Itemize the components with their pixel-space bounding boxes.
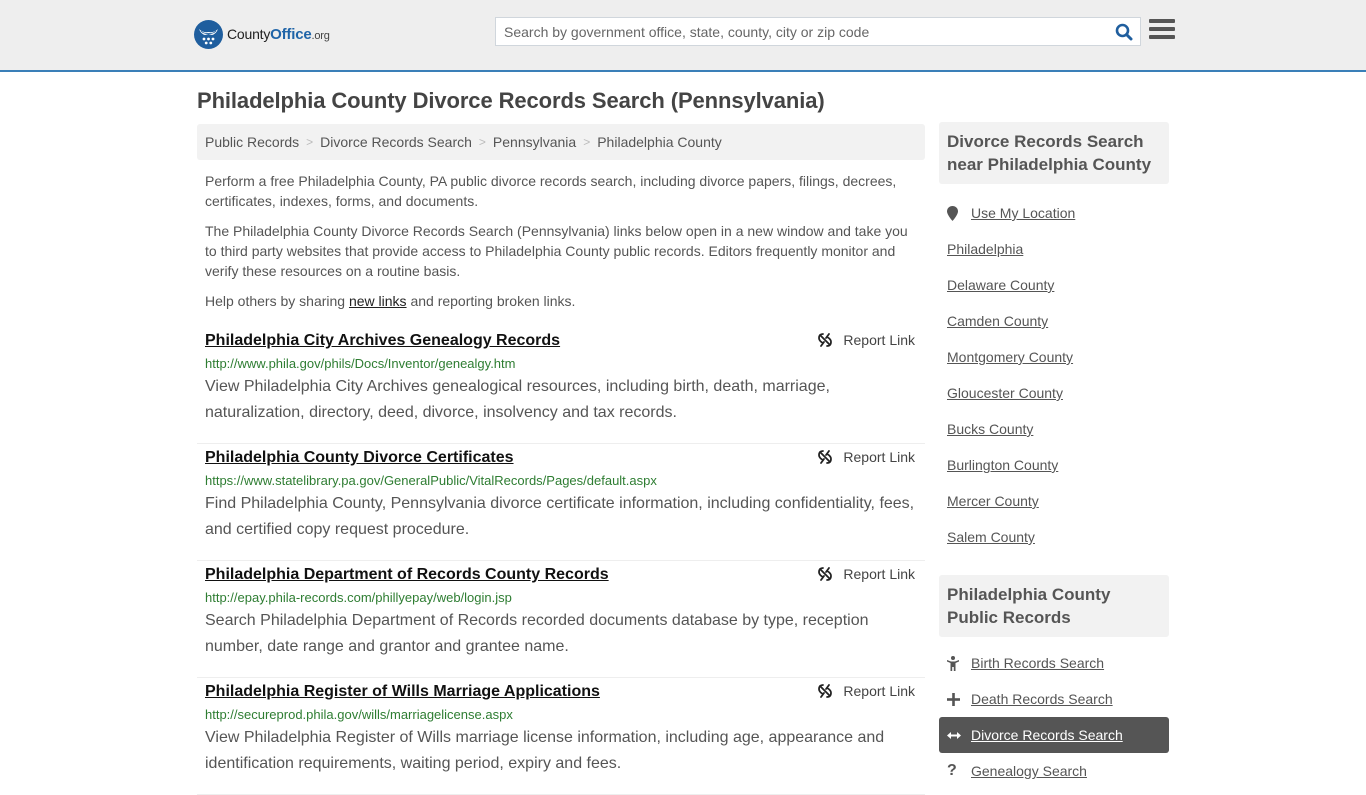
records-link[interactable]: Birth Records Search [971, 655, 1104, 671]
child-icon [947, 655, 971, 671]
report-link-button[interactable]: Report Link [817, 683, 915, 699]
broken-link-icon [818, 684, 833, 698]
sidebar-item-birth-records[interactable]: Birth Records Search [939, 645, 1169, 681]
nearby-list: Use My Location Philadelphia Delaware Co… [939, 184, 1169, 555]
result-item: Philadelphia County Divorce Certificates… [197, 444, 925, 561]
sidebar: Divorce Records Search near Philadelphia… [939, 122, 1169, 789]
nearby-item-salem-county[interactable]: Salem County [939, 519, 1169, 555]
page-title: Philadelphia County Divorce Records Sear… [197, 88, 825, 113]
result-item: Philadelphia Register of Wills Marriage … [197, 678, 925, 795]
nearby-link[interactable]: Salem County [947, 529, 1035, 545]
sidebar-item-death-records[interactable]: Death Records Search [939, 681, 1169, 717]
result-item: Philadelphia City Archives Genealogy Rec… [197, 327, 925, 444]
share-text: and reporting broken links. [406, 293, 576, 309]
result-url: http://secureprod.phila.gov/wills/marria… [205, 707, 513, 722]
search-icon [1115, 23, 1133, 40]
search-input[interactable] [496, 18, 1108, 45]
logo-county: County [227, 26, 271, 42]
breadcrumb-separator: > [306, 135, 314, 149]
nearby-link[interactable]: Bucks County [947, 421, 1033, 437]
site-logo[interactable]: CountyOffice.org [194, 20, 330, 49]
result-description: View Philadelphia City Archives genealog… [205, 378, 830, 421]
report-link-label: Report Link [843, 449, 915, 465]
breadcrumb-separator: > [478, 135, 486, 149]
report-link-label: Report Link [843, 566, 915, 582]
nearby-link[interactable]: Philadelphia [947, 241, 1023, 257]
nearby-item-montgomery-county[interactable]: Montgomery County [939, 339, 1169, 375]
result-title-link[interactable]: Philadelphia Department of Records Count… [205, 565, 609, 585]
result-title-link[interactable]: Philadelphia County Divorce Certificates [205, 448, 514, 468]
nearby-link[interactable]: Gloucester County [947, 385, 1063, 401]
menu-bar [1149, 19, 1175, 23]
report-link-label: Report Link [843, 683, 915, 699]
records-link[interactable]: Genealogy Search [971, 763, 1087, 779]
nearby-item-philadelphia[interactable]: Philadelphia [939, 231, 1169, 267]
hamburger-menu-icon[interactable] [1149, 19, 1175, 43]
records-link[interactable]: Death Records Search [971, 691, 1113, 707]
search-button[interactable] [1108, 18, 1140, 45]
nearby-item-gloucester-county[interactable]: Gloucester County [939, 375, 1169, 411]
intro-text: Perform a free Philadelphia County, PA p… [205, 171, 920, 321]
map-marker-icon [947, 205, 971, 221]
nearby-link[interactable]: Mercer County [947, 493, 1039, 509]
sidebar-item-divorce-records[interactable]: Divorce Records Search [939, 717, 1169, 753]
report-link-button[interactable]: Report Link [817, 566, 915, 582]
nearby-item-bucks-county[interactable]: Bucks County [939, 411, 1169, 447]
breadcrumb-public-records[interactable]: Public Records [205, 134, 299, 150]
results-list: Philadelphia City Archives Genealogy Rec… [197, 327, 925, 795]
new-links-link[interactable]: new links [349, 293, 407, 309]
report-link-button[interactable]: Report Link [817, 332, 915, 348]
nearby-heading: Divorce Records Search near Philadelphia… [939, 122, 1169, 184]
result-title-link[interactable]: Philadelphia City Archives Genealogy Rec… [205, 331, 560, 351]
nearby-link[interactable]: Montgomery County [947, 349, 1073, 365]
share-text: Help others by sharing [205, 293, 349, 309]
result-description: View Philadelphia Register of Wills marr… [205, 729, 885, 772]
result-url: http://epay.phila-records.com/phillyepay… [205, 590, 512, 605]
arrows-horizontal-icon [947, 731, 971, 740]
sidebar-item-genealogy-search[interactable]: ? Genealogy Search [939, 753, 1169, 789]
result-url: https://www.statelibrary.pa.gov/GeneralP… [205, 473, 657, 488]
logo-office: Office [270, 26, 312, 43]
public-records-list: Birth Records Search Death Records Searc… [939, 637, 1169, 789]
nearby-item-delaware-county[interactable]: Delaware County [939, 267, 1169, 303]
menu-bar [1149, 35, 1175, 39]
nearby-item-burlington-county[interactable]: Burlington County [939, 447, 1169, 483]
nearby-item-mercer-county[interactable]: Mercer County [939, 483, 1169, 519]
breadcrumb-pennsylvania[interactable]: Pennsylvania [493, 134, 576, 150]
broken-link-icon [818, 567, 833, 581]
share-links-paragraph: Help others by sharing new links and rep… [205, 291, 920, 311]
nearby-link[interactable]: Burlington County [947, 457, 1058, 473]
question-icon: ? [947, 762, 957, 779]
use-my-location-item[interactable]: Use My Location [939, 195, 1169, 231]
menu-bar [1149, 27, 1175, 31]
report-link-button[interactable]: Report Link [817, 449, 915, 465]
site-header: CountyOffice.org [0, 0, 1366, 72]
breadcrumb: Public Records > Divorce Records Search … [197, 124, 925, 160]
nearby-item-camden-county[interactable]: Camden County [939, 303, 1169, 339]
plus-icon [947, 692, 971, 706]
breadcrumb-separator: > [583, 135, 591, 149]
breadcrumb-philadelphia-county[interactable]: Philadelphia County [597, 134, 722, 150]
public-records-heading: Philadelphia County Public Records [939, 575, 1169, 637]
logo-wordmark: CountyOffice.org [227, 26, 330, 43]
site-search [495, 17, 1141, 46]
breadcrumb-divorce-records-search[interactable]: Divorce Records Search [320, 134, 472, 150]
result-url: http://www.phila.gov/phils/Docs/Inventor… [205, 356, 516, 371]
use-my-location-link[interactable]: Use My Location [971, 205, 1075, 221]
result-description: Find Philadelphia County, Pennsylvania d… [205, 495, 915, 538]
nearby-link[interactable]: Delaware County [947, 277, 1054, 293]
records-link[interactable]: Divorce Records Search [971, 727, 1123, 743]
nearby-link[interactable]: Camden County [947, 313, 1048, 329]
eagle-logo-icon [194, 20, 223, 49]
logo-org: .org [311, 30, 330, 42]
report-link-label: Report Link [843, 332, 915, 348]
intro-paragraph: Perform a free Philadelphia County, PA p… [205, 173, 897, 209]
result-description: Search Philadelphia Department of Record… [205, 612, 869, 655]
intro-paragraph: The Philadelphia County Divorce Records … [205, 223, 908, 279]
result-item: Philadelphia Department of Records Count… [197, 561, 925, 678]
broken-link-icon [818, 333, 833, 347]
result-title-link[interactable]: Philadelphia Register of Wills Marriage … [205, 682, 600, 702]
broken-link-icon [818, 450, 833, 464]
